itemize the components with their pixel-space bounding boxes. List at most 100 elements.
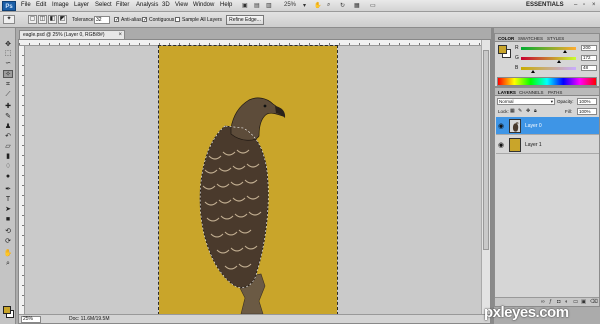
add-selection-icon[interactable]: ◫ [38, 15, 47, 24]
contiguous-checkbox[interactable]: ✓ [142, 17, 147, 23]
menu-edit[interactable]: Edit [36, 2, 46, 8]
magic-wand-preset-icon[interactable]: ✦ [3, 15, 15, 24]
close-icon[interactable]: × [592, 2, 596, 8]
dropdown-arrow-icon[interactable]: ▾ [303, 2, 306, 9]
zoom-tool-icon[interactable]: ⌕ [3, 260, 13, 268]
lock-position-icon[interactable]: ✥ [526, 108, 530, 114]
ruler-toggle-icon[interactable]: ▥ [266, 2, 272, 9]
color-spectrum-ramp[interactable] [497, 77, 597, 86]
document-tab[interactable]: eagle.psd @ 25% (Layer 0, RGB/8#) × [19, 30, 125, 39]
lasso-tool-icon[interactable]: ∽ [3, 60, 13, 68]
workspace-switcher[interactable]: ESSENTIALS [526, 2, 564, 8]
layer-row-layer-0[interactable]: ◉ Layer 0 [496, 117, 599, 135]
vertical-scrollbar[interactable] [481, 40, 490, 314]
red-slider[interactable] [521, 47, 576, 50]
zoom-readout[interactable]: 25% [284, 2, 296, 8]
new-layer-icon[interactable]: ▣ [581, 299, 586, 305]
blur-tool-icon[interactable]: ♢ [3, 163, 13, 171]
blue-slider[interactable] [521, 67, 576, 70]
screen-mode-icon[interactable]: ▭ [370, 2, 376, 9]
green-slider-knob[interactable] [557, 60, 561, 63]
eyedropper-tool-icon[interactable]: ⟋ [3, 91, 13, 99]
tab-layers[interactable]: LAYERS [498, 90, 516, 95]
minibridge-icon[interactable]: ▤ [254, 2, 260, 9]
3d-camera-tool-icon[interactable]: ⟳ [3, 238, 13, 246]
red-value[interactable]: 200 [581, 45, 597, 51]
foreground-color-swatch[interactable] [3, 306, 11, 314]
minimize-icon[interactable]: – [574, 2, 577, 8]
intersect-selection-icon[interactable]: ◩ [58, 15, 67, 24]
red-slider-knob[interactable] [563, 50, 567, 53]
tab-swatches[interactable]: SWATCHES [518, 36, 543, 41]
blue-slider-knob[interactable] [531, 70, 535, 73]
blue-value[interactable]: 48 [581, 65, 597, 71]
pen-tool-icon[interactable]: ✒ [3, 186, 13, 194]
subtract-selection-icon[interactable]: ◧ [48, 15, 57, 24]
blend-mode-select[interactable]: Normal ▾ [497, 98, 555, 105]
menu-image[interactable]: Image [52, 2, 69, 8]
move-tool-icon[interactable]: ✥ [3, 41, 13, 49]
rotate-icon[interactable]: ↻ [340, 2, 345, 9]
opacity-input[interactable]: 100% [577, 98, 597, 105]
antialias-checkbox[interactable]: ✓ [114, 17, 119, 23]
menu-filter[interactable]: Filter [116, 2, 129, 8]
gradient-tool-icon[interactable]: ▮ [3, 153, 13, 161]
layer-name[interactable]: Layer 1 [525, 142, 542, 148]
menu-file[interactable]: File [21, 2, 31, 8]
sample-all-layers-checkbox[interactable] [175, 17, 180, 22]
crop-tool-icon[interactable]: ⌗ [3, 81, 13, 89]
menu-layer[interactable]: Layer [74, 2, 89, 8]
foreground-color-chip[interactable] [498, 45, 507, 54]
green-slider[interactable] [521, 57, 576, 60]
status-zoom-field[interactable]: 25% [21, 316, 41, 323]
dodge-tool-icon[interactable]: ● [3, 173, 13, 181]
marquee-tool-icon[interactable]: ⬚ [3, 50, 13, 58]
tab-styles[interactable]: STYLES [547, 36, 564, 41]
3d-rotate-tool-icon[interactable]: ⟲ [3, 228, 13, 236]
type-tool-icon[interactable]: T [3, 196, 13, 204]
menu-3d[interactable]: 3D [162, 2, 170, 8]
lock-transparency-icon[interactable]: ▦ [510, 108, 515, 114]
group-icon[interactable]: ▭ [573, 299, 578, 305]
trash-icon[interactable]: ⌫ [590, 299, 598, 305]
menu-analysis[interactable]: Analysis [136, 2, 158, 8]
path-selection-tool-icon[interactable]: ➤ [3, 206, 13, 214]
menu-help[interactable]: Help [220, 2, 232, 8]
arrange-icon[interactable]: ▦ [354, 2, 360, 9]
eraser-tool-icon[interactable]: ▱ [3, 143, 13, 151]
tab-color[interactable]: COLOR [498, 36, 514, 41]
tab-paths[interactable]: PATHS [548, 90, 562, 95]
menu-window[interactable]: Window [193, 2, 214, 8]
bridge-icon[interactable]: ▣ [242, 2, 248, 9]
shape-tool-icon[interactable]: ■ [3, 216, 13, 224]
layer-row-layer-1[interactable]: ◉ Layer 1 [496, 136, 599, 154]
photoshop-logo[interactable]: Ps [2, 1, 16, 11]
eye-icon[interactable]: ◉ [498, 122, 504, 130]
tab-channels[interactable]: CHANNELS [519, 90, 544, 95]
vertical-ruler[interactable] [19, 46, 25, 314]
menu-view[interactable]: View [175, 2, 188, 8]
image-canvas[interactable] [158, 45, 338, 315]
maximize-icon[interactable]: ▫ [583, 2, 585, 8]
hand-icon[interactable]: ✋ [314, 2, 321, 9]
hand-tool-icon[interactable]: ✋ [3, 250, 13, 258]
layer-name[interactable]: Layer 0 [525, 123, 542, 129]
tolerance-input[interactable]: 32 [94, 16, 110, 24]
refine-edge-button[interactable]: Refine Edge... [226, 15, 264, 25]
menu-select[interactable]: Select [95, 2, 112, 8]
green-value[interactable]: 172 [581, 55, 597, 61]
zoom-icon[interactable]: ⌕ [327, 2, 330, 9]
brush-tool-icon[interactable]: ✎ [3, 113, 13, 121]
history-brush-tool-icon[interactable]: ↶ [3, 133, 13, 141]
lock-pixels-icon[interactable]: ✎ [518, 108, 522, 114]
magic-wand-tool-icon[interactable]: ✧ [3, 70, 13, 78]
new-selection-icon[interactable]: ▢ [28, 15, 37, 24]
clone-stamp-tool-icon[interactable]: ♟ [3, 123, 13, 131]
healing-brush-tool-icon[interactable]: ✚ [3, 103, 13, 111]
document-size-info[interactable]: Doc: 11.6M/19.5M [69, 316, 109, 322]
scrollbar-thumb[interactable] [483, 50, 489, 250]
lock-all-icon[interactable]: 🔒︎ [534, 108, 537, 114]
fill-input[interactable]: 100% [577, 108, 597, 115]
eye-icon[interactable]: ◉ [498, 141, 504, 149]
close-tab-icon[interactable]: × [118, 31, 122, 39]
